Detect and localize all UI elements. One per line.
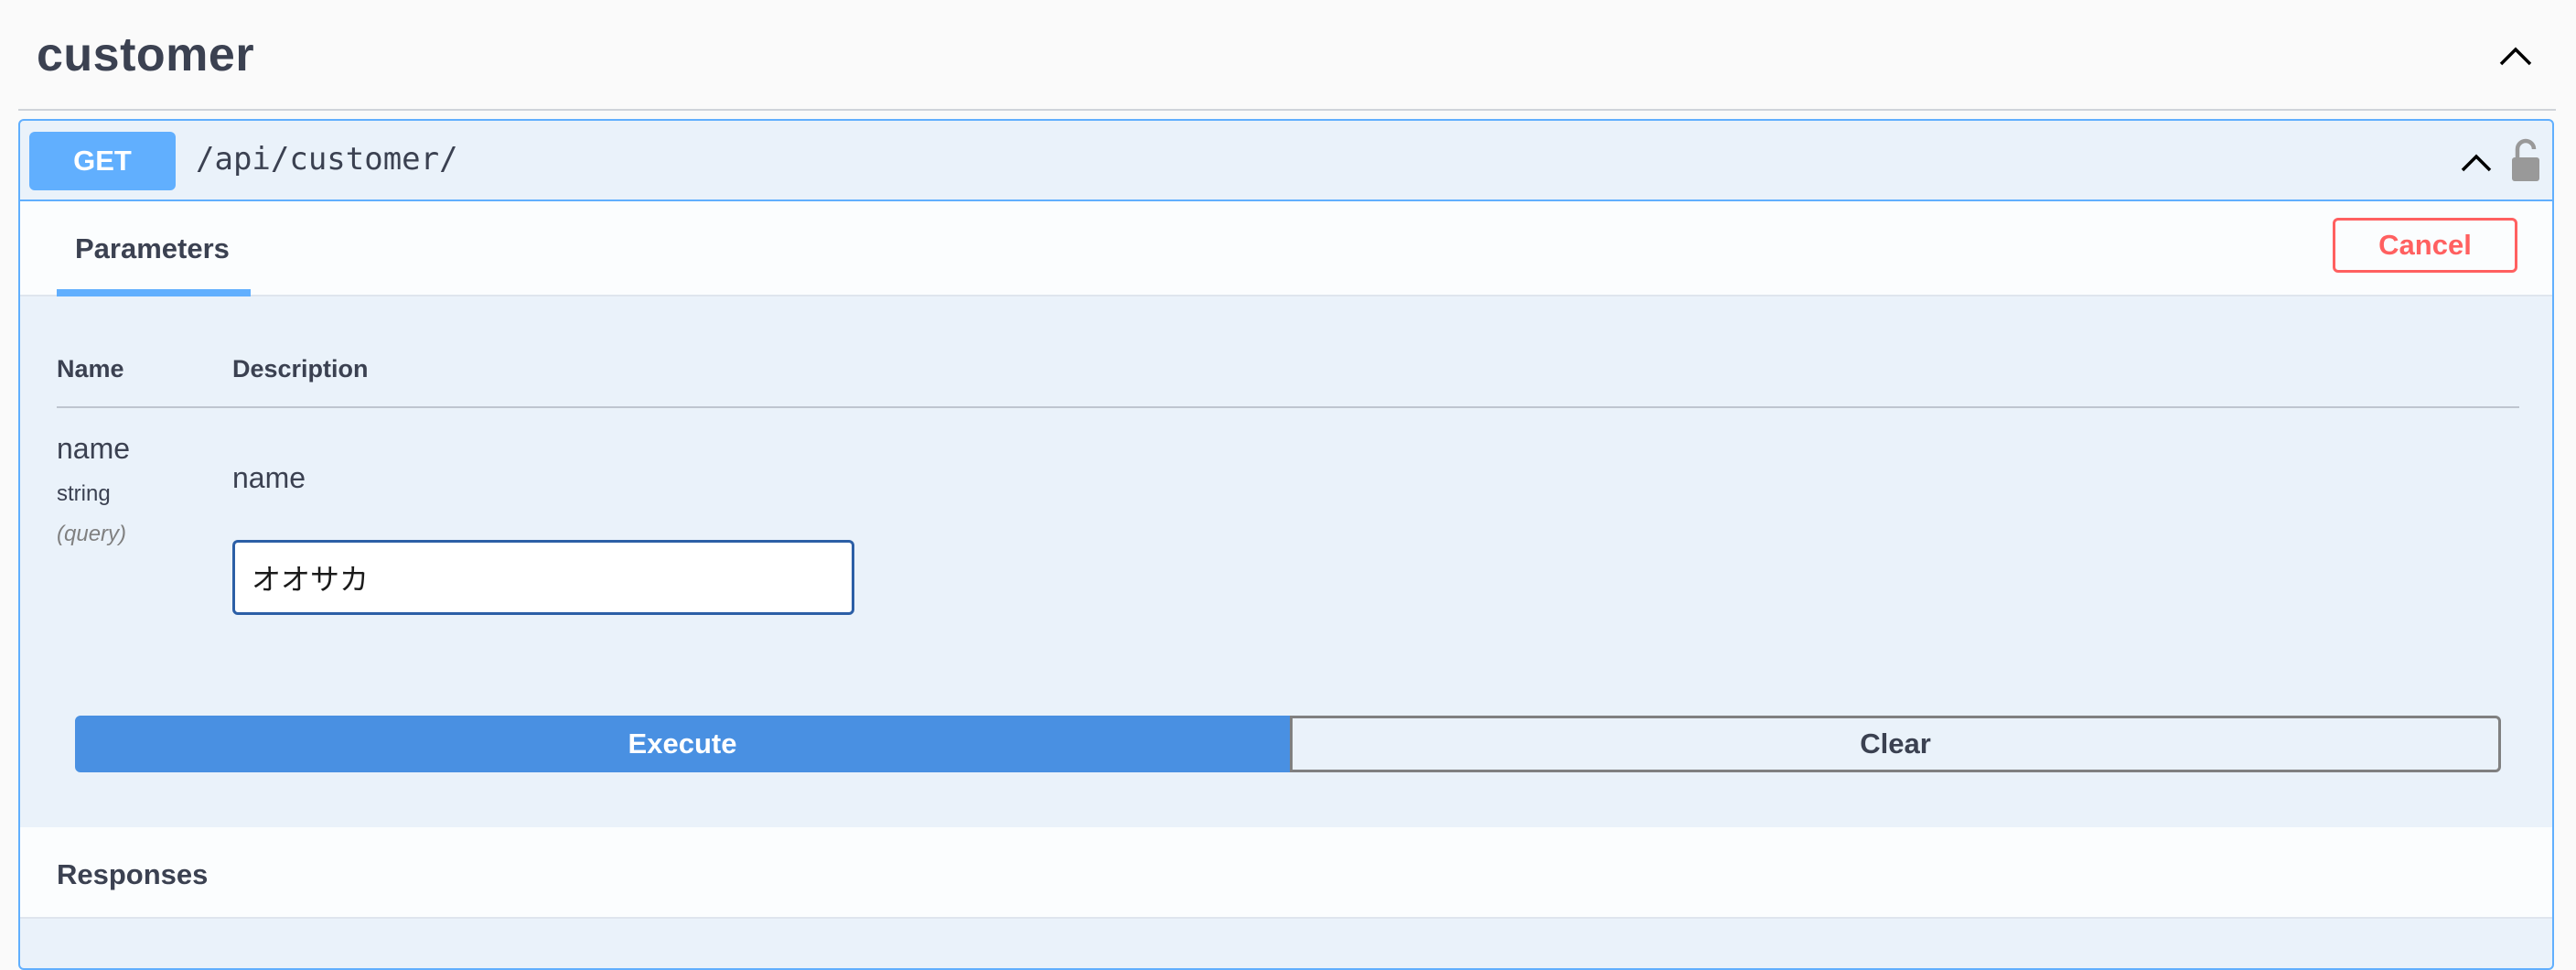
column-header-description: Description (232, 355, 369, 383)
parameter-description: name (232, 461, 306, 494)
parameter-type: string (57, 481, 111, 506)
cancel-button[interactable]: Cancel (2333, 218, 2517, 273)
header-divider (57, 406, 2519, 408)
method-badge: GET (29, 132, 176, 190)
parameter-name: name (57, 432, 131, 465)
tab-parameters[interactable]: Parameters (57, 201, 251, 296)
execute-button-group: Execute Clear (75, 716, 2501, 772)
clear-button[interactable]: Clear (1290, 716, 2501, 772)
chevron-up-icon[interactable] (2494, 35, 2538, 79)
responses-header: Responses (20, 827, 2552, 919)
operation-block-get: GET /api/customer/ Parameters Cancel Nam… (18, 119, 2554, 970)
parameter-name-input[interactable] (232, 540, 854, 615)
parameters-header: Parameters Cancel (20, 201, 2552, 296)
operation-summary[interactable]: GET /api/customer/ (20, 121, 2552, 201)
parameter-location: (query) (57, 522, 127, 546)
tag-header[interactable]: customer (18, 0, 2556, 111)
responses-title: Responses (57, 858, 209, 890)
operation-path: /api/customer/ (196, 141, 458, 178)
tab-parameters-label: Parameters (75, 232, 230, 264)
column-header-name: Name (57, 355, 124, 383)
tag-title: customer (37, 28, 255, 81)
unlocked-icon[interactable] (2508, 137, 2543, 183)
chevron-up-icon[interactable] (2455, 141, 2497, 183)
execute-button[interactable]: Execute (75, 716, 1290, 772)
